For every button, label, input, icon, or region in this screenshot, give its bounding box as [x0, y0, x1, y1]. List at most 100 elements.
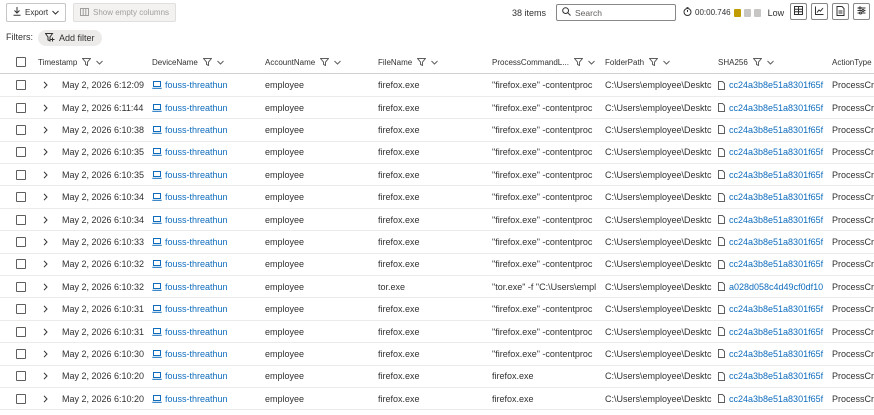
chevron-down-icon[interactable] — [663, 60, 670, 65]
device-name-cell[interactable]: fouss-threathun — [152, 254, 261, 275]
chevron-down-icon[interactable] — [766, 60, 774, 65]
table-row[interactable]: May 2, 2026 6:10:31 fouss-threathun employ… — [0, 299, 874, 321]
device-name-cell[interactable]: fouss-threathun — [152, 276, 261, 297]
device-name-cell[interactable]: fouss-threathun — [152, 119, 261, 140]
chart-view-button[interactable] — [811, 3, 828, 20]
chevron-right-icon[interactable] — [43, 388, 48, 409]
chevron-right-icon[interactable] — [43, 299, 48, 320]
funnel-icon[interactable] — [417, 58, 427, 66]
table-row[interactable]: May 2, 2026 6:10:35 fouss-threathun employ… — [0, 142, 874, 165]
device-name-cell[interactable]: fouss-threathun — [152, 209, 261, 230]
funnel-icon[interactable] — [320, 58, 330, 66]
device-name-cell[interactable]: fouss-threathun — [152, 75, 261, 96]
chevron-right-icon[interactable] — [43, 97, 48, 118]
sha256-cell[interactable]: cc24a3b8e51a8301f65f — [718, 388, 828, 409]
chevron-right-icon[interactable] — [43, 119, 48, 140]
chevron-down-icon[interactable] — [96, 60, 104, 65]
row-checkbox[interactable] — [16, 371, 26, 382]
row-checkbox[interactable] — [16, 393, 26, 404]
sha256-cell[interactable]: cc24a3b8e51a8301f65f — [718, 254, 828, 275]
device-name-cell[interactable]: fouss-threathun — [152, 142, 261, 163]
chevron-right-icon[interactable] — [43, 231, 48, 252]
sha256-cell[interactable]: cc24a3b8e51a8301f65f — [718, 231, 828, 252]
row-checkbox[interactable] — [16, 326, 26, 337]
sha256-cell[interactable]: cc24a3b8e51a8301f65f — [718, 97, 828, 118]
search-input[interactable] — [575, 7, 670, 18]
funnel-icon[interactable] — [649, 58, 659, 66]
show-empty-columns-button[interactable]: Show empty columns — [73, 3, 177, 22]
chevron-right-icon[interactable] — [43, 276, 48, 297]
row-checkbox[interactable] — [16, 147, 26, 158]
chevron-down-icon[interactable] — [334, 60, 342, 65]
chevron-down-icon[interactable] — [588, 60, 595, 65]
table-view-button[interactable] — [790, 3, 807, 20]
chevron-right-icon[interactable] — [43, 209, 48, 230]
column-header-folderpath[interactable]: FolderPath — [605, 50, 670, 74]
sha256-cell[interactable]: cc24a3b8e51a8301f65f — [718, 187, 828, 208]
chevron-right-icon[interactable] — [43, 187, 48, 208]
row-checkbox[interactable] — [16, 80, 26, 91]
sha256-cell[interactable]: cc24a3b8e51a8301f65f — [718, 321, 828, 342]
row-checkbox[interactable] — [16, 281, 26, 292]
device-name-cell[interactable]: fouss-threathun — [152, 343, 261, 364]
chevron-right-icon[interactable] — [43, 164, 48, 185]
table-row[interactable]: May 2, 2026 6:12:09 fouss-threathun employ… — [0, 75, 874, 97]
select-all-checkbox[interactable] — [16, 57, 26, 67]
sha256-cell[interactable]: cc24a3b8e51a8301f65f — [718, 343, 828, 364]
device-name-cell[interactable]: fouss-threathun — [152, 164, 261, 185]
table-row[interactable]: May 2, 2026 6:10:31 fouss-threathun employ… — [0, 321, 874, 344]
funnel-icon[interactable] — [752, 58, 762, 66]
device-name-cell[interactable]: fouss-threathun — [152, 321, 261, 342]
column-header-filename[interactable]: FileName — [378, 50, 439, 74]
device-name-cell[interactable]: fouss-threathun — [152, 366, 261, 387]
device-name-cell[interactable]: fouss-threathun — [152, 388, 261, 409]
funnel-icon[interactable] — [202, 58, 212, 66]
row-checkbox[interactable] — [16, 169, 26, 180]
column-header-processcommandline[interactable]: ProcessCommandL... — [492, 50, 595, 74]
column-header-accountname[interactable]: AccountName — [265, 50, 342, 74]
device-name-cell[interactable]: fouss-threathun — [152, 299, 261, 320]
chevron-right-icon[interactable] — [43, 254, 48, 275]
table-row[interactable]: May 2, 2026 6:10:34 fouss-threathun employ… — [0, 187, 874, 209]
row-checkbox[interactable] — [16, 259, 26, 270]
column-header-sha256[interactable]: SHA256 — [718, 50, 774, 74]
add-filter-button[interactable]: Add filter — [38, 30, 102, 46]
row-checkbox[interactable] — [16, 192, 26, 203]
row-checkbox[interactable] — [16, 348, 26, 359]
sha256-cell[interactable]: cc24a3b8e51a8301f65f — [718, 366, 828, 387]
row-checkbox[interactable] — [16, 214, 26, 225]
chevron-down-icon[interactable] — [431, 60, 439, 65]
table-row[interactable]: May 2, 2026 6:10:32 fouss-threathun employ… — [0, 276, 874, 299]
sha256-cell[interactable]: cc24a3b8e51a8301f65f — [718, 142, 828, 163]
sha256-cell[interactable]: cc24a3b8e51a8301f65f — [718, 164, 828, 185]
search-box[interactable] — [556, 4, 676, 21]
chevron-down-icon[interactable] — [216, 60, 224, 65]
chevron-right-icon[interactable] — [43, 321, 48, 342]
table-row[interactable]: May 2, 2026 6:10:32 fouss-threathun employ… — [0, 254, 874, 277]
device-name-cell[interactable]: fouss-threathun — [152, 231, 261, 252]
chevron-right-icon[interactable] — [43, 366, 48, 387]
table-row[interactable]: May 2, 2026 6:10:35 fouss-threathun employ… — [0, 164, 874, 187]
row-checkbox[interactable] — [16, 304, 26, 315]
table-row[interactable]: May 2, 2026 6:10:20 fouss-threathun employ… — [0, 388, 874, 411]
funnel-icon[interactable] — [573, 58, 583, 66]
row-checkbox[interactable] — [16, 124, 26, 135]
sha256-cell[interactable]: cc24a3b8e51a8301f65f — [718, 299, 828, 320]
column-settings-button[interactable] — [853, 3, 870, 20]
funnel-icon[interactable] — [82, 58, 92, 66]
column-header-devicename[interactable]: DeviceName — [152, 50, 224, 74]
sha256-cell[interactable]: a028d058c4d49cf0df10 — [718, 276, 828, 297]
row-checkbox[interactable] — [16, 102, 26, 113]
table-row[interactable]: May 2, 2026 6:10:20 fouss-threathun employ… — [0, 366, 874, 389]
sha256-cell[interactable]: cc24a3b8e51a8301f65f — [718, 75, 828, 96]
sha256-cell[interactable]: cc24a3b8e51a8301f65f — [718, 209, 828, 230]
chevron-right-icon[interactable] — [43, 142, 48, 163]
device-name-cell[interactable]: fouss-threathun — [152, 97, 261, 118]
chevron-right-icon[interactable] — [43, 343, 48, 364]
row-checkbox[interactable] — [16, 236, 26, 247]
table-row[interactable]: May 2, 2026 6:11:44 fouss-threathun employ… — [0, 97, 874, 120]
column-header-actiontype[interactable]: ActionType — [832, 50, 872, 74]
table-row[interactable]: May 2, 2026 6:10:33 fouss-threathun employ… — [0, 231, 874, 254]
table-row[interactable]: May 2, 2026 6:10:34 fouss-threathun employ… — [0, 209, 874, 232]
export-chart-button[interactable] — [832, 3, 849, 20]
